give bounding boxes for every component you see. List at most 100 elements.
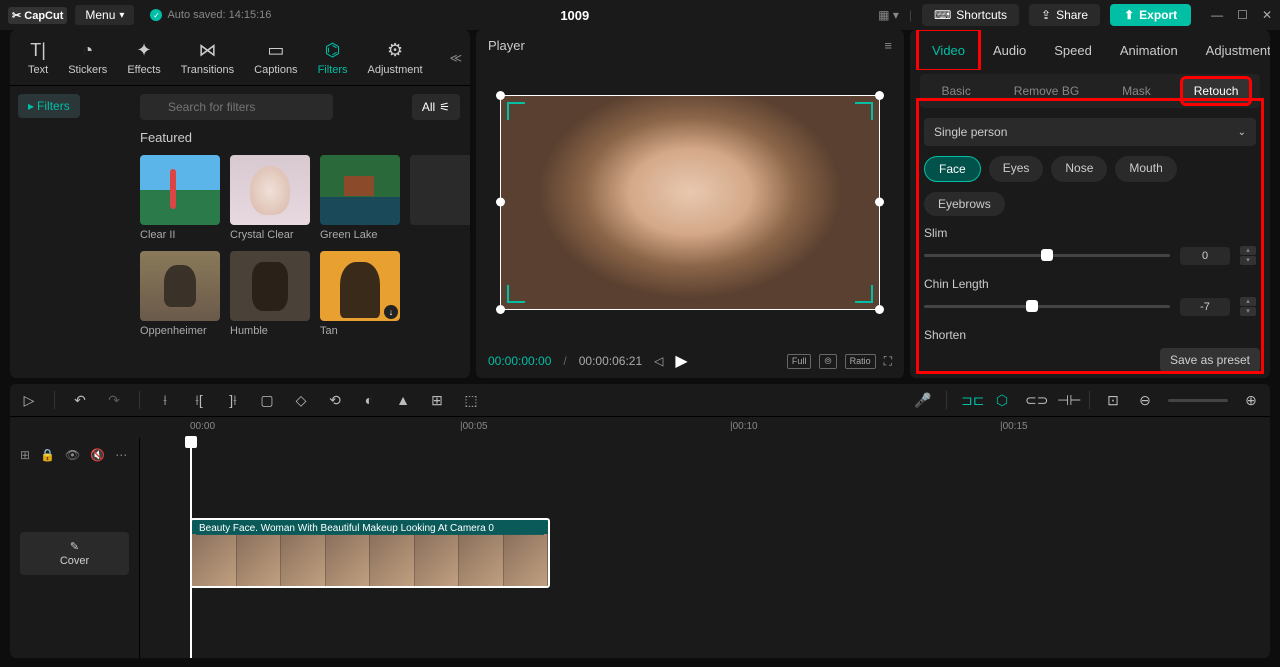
pill-eyebrows[interactable]: Eyebrows [924, 192, 1005, 216]
filter-thumb[interactable]: ↓Tan [320, 251, 400, 337]
preview-icon[interactable]: ⊡ [1104, 392, 1122, 409]
track-eye-icon[interactable]: 👁 [65, 448, 80, 462]
marker-icon[interactable]: ◇ [292, 392, 310, 409]
tab-speed[interactable]: Speed [1040, 30, 1106, 70]
chin-slider[interactable] [924, 305, 1170, 308]
split-right-icon[interactable]: ]⟊ [224, 392, 242, 409]
play-icon[interactable]: ▶ [675, 351, 687, 371]
tab-captions[interactable]: ▭Captions [244, 40, 307, 76]
split-icon[interactable]: ⟊ [156, 392, 174, 409]
menu-button[interactable]: Menu▾ [75, 5, 134, 25]
zoom-out-icon[interactable]: ⊖ [1136, 392, 1154, 409]
chin-label: Chin Length [924, 277, 1256, 291]
delete-icon[interactable]: ▢ [258, 392, 276, 409]
filter-thumb[interactable]: Green Lake [320, 155, 400, 241]
redo-icon[interactable]: ↷ [105, 392, 123, 409]
autosnap-icon[interactable]: ⬡ [993, 392, 1011, 409]
project-title: 1009 [279, 8, 870, 23]
all-filter-button[interactable]: All ⚟ [412, 94, 460, 120]
prev-frame-icon[interactable]: ◁ [654, 354, 663, 368]
freeze-icon[interactable]: ▲ [394, 392, 412, 408]
filter-thumb[interactable]: Humble [230, 251, 310, 337]
align-icon[interactable]: ⊣⊢ [1057, 392, 1075, 409]
crop-tool-icon[interactable]: ⬚ [462, 392, 480, 409]
subtab-mask[interactable]: Mask [1110, 78, 1163, 104]
focus-icon[interactable]: ⦾ [819, 354, 836, 369]
collapse-icon[interactable]: ≪ [449, 51, 462, 65]
spinner-up[interactable]: ▴ [1240, 246, 1256, 255]
track-lock-icon[interactable]: 🔒 [40, 448, 55, 462]
autosave-status: ✓Auto saved: 14:15:16 [150, 9, 271, 21]
timeline-tracks[interactable]: Beauty Face. Woman With Beautiful Makeup… [140, 438, 1270, 658]
media-panel: T|Text ◔Stickers ✦Effects ⋈Transitions ▭… [10, 30, 470, 378]
timeline-ruler[interactable]: 00:00 |00:05 |00:10 |00:15 [10, 416, 1270, 438]
tab-animation[interactable]: Animation [1106, 30, 1192, 70]
track-more-icon[interactable]: ⋯ [115, 448, 127, 462]
tab-text[interactable]: T|Text [18, 40, 58, 76]
tab-filters[interactable]: ⌬Filters [308, 40, 358, 76]
player-canvas[interactable] [476, 60, 904, 344]
properties-panel: Video Audio Speed Animation Adjustment ›… [910, 30, 1270, 378]
track-add-icon[interactable]: ⊞ [20, 448, 30, 462]
close-icon[interactable]: ✕ [1262, 8, 1272, 22]
slim-label: Slim [924, 226, 1256, 240]
subtab-retouch[interactable]: Retouch [1182, 78, 1251, 104]
save-preset-button[interactable]: Save as preset [1160, 348, 1260, 372]
minimize-icon[interactable]: — [1211, 8, 1223, 22]
spinner-down[interactable]: ▾ [1240, 307, 1256, 316]
tab-effects[interactable]: ✦Effects [117, 40, 170, 76]
person-dropdown[interactable]: Single person⌄ [924, 118, 1256, 146]
zoom-slider[interactable] [1168, 399, 1228, 402]
subtab-basic[interactable]: Basic [929, 78, 982, 104]
mirror-icon[interactable]: ◐ [360, 392, 378, 408]
slim-slider[interactable] [924, 254, 1170, 257]
reverse-icon[interactable]: ⟲ [326, 392, 344, 409]
spinner-down[interactable]: ▾ [1240, 256, 1256, 265]
search-input[interactable] [140, 94, 333, 120]
layout-icon[interactable]: ▦ ▾ [878, 8, 899, 22]
split-left-icon[interactable]: ⟊[ [190, 392, 208, 409]
filter-thumb[interactable] [410, 155, 470, 241]
featured-heading: Featured [140, 130, 460, 145]
pill-nose[interactable]: Nose [1051, 156, 1107, 182]
player-title: Player [488, 38, 525, 53]
spinner-up[interactable]: ▴ [1240, 297, 1256, 306]
track-mute-icon[interactable]: 🔇 [90, 448, 105, 462]
pill-eyes[interactable]: Eyes [989, 156, 1044, 182]
video-clip[interactable]: Beauty Face. Woman With Beautiful Makeup… [190, 518, 550, 588]
pointer-tool[interactable]: ▷ [20, 392, 38, 409]
link-icon[interactable]: ⊂⊃ [1025, 392, 1043, 409]
tab-adjustment-right[interactable]: Adjustment [1192, 30, 1270, 70]
zoom-in-icon[interactable]: ⊕ [1242, 392, 1260, 409]
tab-stickers[interactable]: ◔Stickers [58, 40, 117, 76]
clip-title: Beauty Face. Woman With Beautiful Makeup… [196, 522, 544, 535]
speed-icon[interactable]: ⊞ [428, 392, 446, 409]
tab-transitions[interactable]: ⋈Transitions [171, 40, 244, 76]
fullscreen-icon[interactable]: ⛶ [884, 354, 892, 369]
share-button[interactable]: ⇪ Share [1029, 4, 1100, 26]
pill-mouth[interactable]: Mouth [1115, 156, 1176, 182]
subtab-removebg[interactable]: Remove BG [1002, 78, 1091, 104]
video-frame[interactable] [500, 95, 880, 310]
cover-button[interactable]: ✎Cover [20, 532, 129, 575]
filter-thumb[interactable]: Crystal Clear [230, 155, 310, 241]
tab-audio[interactable]: Audio [979, 30, 1040, 70]
mic-icon[interactable]: 🎤 [914, 392, 932, 409]
undo-icon[interactable]: ↶ [71, 392, 89, 409]
chin-value[interactable]: -7 [1180, 298, 1230, 316]
export-button[interactable]: ⬆ Export [1110, 4, 1191, 26]
slim-value[interactable]: 0 [1180, 247, 1230, 265]
maximize-icon[interactable]: ☐ [1237, 8, 1248, 22]
filter-thumb[interactable]: Oppenheimer [140, 251, 220, 337]
magnet-icon[interactable]: ⊐⊏ [961, 392, 979, 409]
pill-face[interactable]: Face [924, 156, 981, 182]
tab-adjustment[interactable]: ⚙Adjustment [358, 40, 433, 76]
filter-thumb[interactable]: Clear II [140, 155, 220, 241]
shortcuts-button[interactable]: ⌨ Shortcuts [922, 4, 1019, 26]
player-menu-icon[interactable]: ≡ [884, 38, 892, 53]
ratio-button[interactable]: Ratio [845, 354, 876, 369]
tab-video[interactable]: Video [918, 30, 979, 70]
current-time: 00:00:00:00 [488, 354, 551, 368]
filters-category[interactable]: ▸ Filters [18, 94, 80, 118]
full-button[interactable]: Full [787, 354, 812, 369]
